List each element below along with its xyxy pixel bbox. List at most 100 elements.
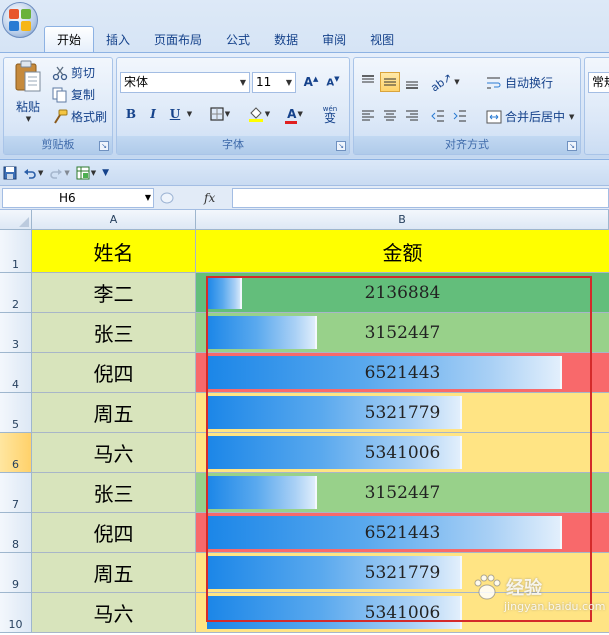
increase-indent-button[interactable] [450,106,470,126]
paste-label: 粘贴 [15,100,40,114]
chevron-down-icon: ▼ [239,78,247,87]
ribbon-body: 粘贴 ▼ 剪切 复制 格式刷 剪贴板 ↘ 宋体 ▼ 11 ▼ A▲ A▼ B I… [0,52,609,158]
row-header-9[interactable]: 9 [0,553,32,593]
ribbon: 开始 插入 页面布局 公式 数据 审阅 视图 粘贴 ▼ 剪切 复制 格式刷 剪贴… [0,0,609,160]
tab-page-layout[interactable]: 页面布局 [142,26,214,52]
amount-cell[interactable]: 5341006 [196,433,609,473]
shrink-font-icon: A▼ [326,75,340,89]
office-button[interactable] [2,2,38,38]
name-cell[interactable]: 张三 [32,473,196,513]
formula-expand-icon[interactable] [160,191,174,205]
amount-cell[interactable]: 3152447 [196,313,609,353]
tab-insert[interactable]: 插入 [94,26,142,52]
column-header-b[interactable]: B [196,210,609,230]
header-cell-name[interactable]: 姓名 [32,230,196,273]
number-format-combo[interactable]: 常规 [588,72,609,93]
wrap-text-button[interactable]: 自动换行 [486,74,553,91]
bold-button[interactable]: B [121,104,141,124]
format-painter-button[interactable]: 格式刷 [52,108,107,125]
row-header-7[interactable]: 7 [0,473,32,513]
font-color-button[interactable]: A ▼ [279,104,311,124]
name-cell[interactable]: 周五 [32,553,196,593]
amount-cell[interactable]: 5341006 [196,593,609,633]
format-painter-label: 格式刷 [71,110,108,124]
orientation-button[interactable]: ab↗ ▼ [428,70,462,94]
amount-value: 5341006 [364,442,441,463]
alignment-group: ab↗ ▼ 自动换行 合并后居中 ▼ 对齐方式 ↘ [353,57,581,155]
undo-button[interactable]: ▼ [23,164,43,182]
align-bottom-button[interactable] [402,72,422,92]
alignment-launcher-icon[interactable]: ↘ [567,141,577,151]
row-header-10[interactable]: 10 [0,593,32,633]
font-size-combo[interactable]: 11 ▼ [252,72,296,93]
tab-data[interactable]: 数据 [262,26,310,52]
tab-home[interactable]: 开始 [44,26,95,52]
paste-icon [15,60,41,92]
redo-button[interactable]: ▼ [49,164,70,182]
amount-cell[interactable]: 6521443 [196,353,609,393]
font-name-combo[interactable]: 宋体 ▼ [120,72,250,93]
name-cell[interactable]: 倪四 [32,513,196,553]
align-left-button[interactable] [358,106,378,126]
amount-cell[interactable]: 5321779 [196,393,609,433]
align-middle-button[interactable] [380,72,400,92]
decrease-indent-button[interactable] [428,106,448,126]
name-cell[interactable]: 周五 [32,393,196,433]
underline-dropdown-icon[interactable]: ▼ [183,104,195,124]
select-all-button[interactable] [0,210,32,230]
customize-toolbar-button[interactable]: ▼ [102,164,109,182]
tab-view[interactable]: 视图 [358,26,406,52]
row-number: 8 [12,538,19,551]
font-launcher-icon[interactable]: ↘ [336,141,346,151]
amount-cell[interactable]: 5321779 [196,553,609,593]
copy-button[interactable]: 复制 [52,86,95,103]
align-top-button[interactable] [358,72,378,92]
row-header-2[interactable]: 2 [0,273,32,313]
align-right-button[interactable] [402,106,422,126]
amount-cell[interactable]: 2136884 [196,273,609,313]
orientation-icon: ab↗ [428,70,455,94]
chevron-down-icon: ▼ [285,78,293,87]
row-header-5[interactable]: 5 [0,393,32,433]
row-number: 1 [12,258,19,271]
row-header-1[interactable]: 1 [0,230,32,273]
name-cell[interactable]: 马六 [32,593,196,633]
custom-macro-button[interactable]: ▼ [76,164,96,182]
cut-button[interactable]: 剪切 [52,64,95,81]
save-button[interactable] [3,164,17,182]
align-center-button[interactable] [380,106,400,126]
insert-function-icon[interactable]: fx [204,191,215,205]
name-cell[interactable]: 马六 [32,433,196,473]
row-header-6[interactable]: 6 [0,433,32,473]
row-number: 4 [12,378,19,391]
shrink-font-button[interactable]: A▼ [323,72,343,92]
fill-color-button[interactable]: ▼ [241,104,277,124]
row-header-3[interactable]: 3 [0,313,32,353]
underline-button[interactable]: U [165,104,185,124]
column-header-a[interactable]: A [32,210,196,230]
name-cell[interactable]: 李二 [32,273,196,313]
grow-font-button[interactable]: A▲ [301,72,321,92]
formula-input[interactable] [232,188,609,208]
name-box[interactable]: H6 ▼ [2,188,154,208]
phonetic-guide-button[interactable]: wén 变 [313,104,347,124]
amount-cell[interactable]: 3152447 [196,473,609,513]
redo-icon [50,168,63,179]
italic-button[interactable]: I [143,104,163,124]
row-header-8[interactable]: 8 [0,513,32,553]
amount-cell[interactable]: 6521443 [196,513,609,553]
align-left-icon [362,110,374,121]
merge-center-button[interactable]: 合并后居中 ▼ [486,108,574,125]
tab-review[interactable]: 审阅 [310,26,358,52]
row-header-4[interactable]: 4 [0,353,32,393]
clipboard-launcher-icon[interactable]: ↘ [99,141,109,151]
name-cell[interactable]: 张三 [32,313,196,353]
borders-button[interactable]: ▼ [203,104,237,124]
row-number: 5 [12,418,19,431]
header-cell-amount[interactable]: 金额 [196,230,609,273]
name-cell[interactable]: 倪四 [32,353,196,393]
save-icon [3,166,17,179]
paste-button[interactable]: 粘贴 ▼ [8,60,48,134]
font-color-icon: A [285,107,298,124]
tab-formulas[interactable]: 公式 [214,26,262,52]
